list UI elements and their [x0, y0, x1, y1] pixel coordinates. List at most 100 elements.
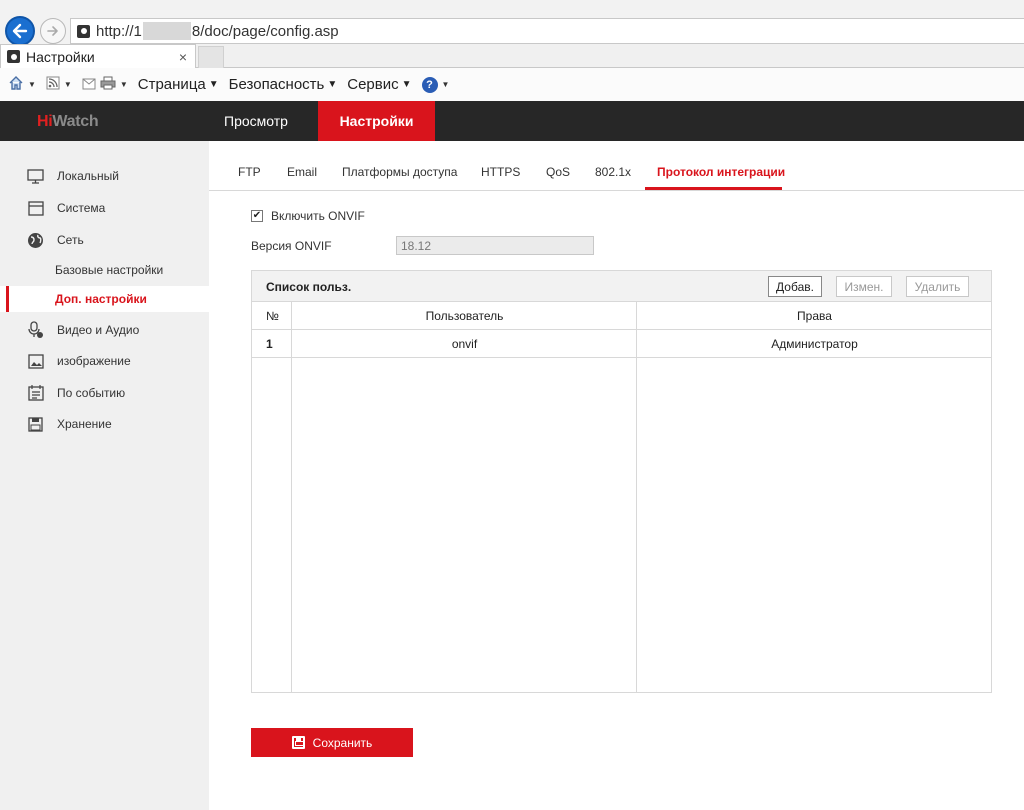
sidebar: Локальный Система Сеть Базовые настройки… [0, 141, 209, 810]
delete-user-button[interactable]: Удалить [906, 276, 969, 297]
tab-qos[interactable]: QoS [546, 165, 570, 179]
sidebar-item-video-audio[interactable]: Видео и Аудио [0, 317, 209, 343]
save-label: Сохранить [312, 735, 373, 750]
url-field[interactable]: http://1 8/doc/page/config.asp [70, 18, 1024, 44]
home-dropdown-icon[interactable]: ▼ [28, 80, 36, 89]
sidebar-item-label: Хранение [57, 417, 112, 431]
menu-page[interactable]: Страница ▼ [138, 76, 219, 93]
feed-icon[interactable] [46, 76, 60, 93]
menu-security[interactable]: Безопасность ▼ [229, 76, 338, 93]
tab-favicon-icon [7, 50, 20, 63]
sidebar-item-label: По событию [57, 386, 126, 400]
arrow-left-icon [12, 23, 28, 39]
onvif-version-field: 18.12 [396, 236, 594, 255]
forward-button[interactable] [40, 18, 66, 44]
sidebar-item-image[interactable]: изображение [0, 348, 209, 374]
nav-live-view[interactable]: Просмотр [208, 101, 304, 141]
config-subtabs: FTP Email Платформы доступа HTTPS QoS 80… [209, 141, 1024, 191]
tab-close-icon[interactable]: × [179, 49, 187, 65]
tab-title: Настройки [26, 48, 95, 65]
save-button[interactable]: Сохранить [251, 728, 413, 757]
enable-onvif-checkbox[interactable]: ✔ [251, 210, 263, 222]
sidebar-item-advanced-settings[interactable]: Доп. настройки [0, 286, 209, 312]
menu-tools[interactable]: Сервис ▼ [347, 76, 411, 93]
chevron-down-icon: ▼ [401, 79, 412, 90]
hiwatch-logo: HiWatch [37, 113, 99, 131]
new-tab-button[interactable] [198, 46, 224, 68]
tab-email[interactable]: Email [287, 165, 317, 179]
tab-8021x[interactable]: 802.1x [595, 165, 631, 179]
browser-address-bar: http://1 8/doc/page/config.asp [0, 0, 1024, 46]
url-redacted [142, 22, 191, 40]
help-icon[interactable]: ? [421, 76, 438, 93]
column-divider [291, 301, 292, 692]
chevron-down-icon: ▼ [208, 79, 219, 90]
table-row[interactable]: 1 onvif Администратор [252, 330, 991, 358]
edit-user-button[interactable]: Измен. [836, 276, 892, 297]
active-tab-indicator [645, 187, 782, 190]
column-header-number: № [266, 308, 279, 323]
arrow-right-icon [47, 26, 58, 36]
sidebar-item-label: Система [57, 201, 106, 215]
menu-security-label: Безопасность [228, 76, 325, 93]
browser-tab[interactable]: Настройки × [0, 44, 196, 68]
print-dropdown-icon[interactable]: ▼ [120, 80, 128, 89]
mail-icon[interactable] [82, 77, 96, 93]
sidebar-item-label: Базовые настройки [55, 263, 164, 277]
row-user: onvif [451, 336, 478, 351]
sidebar-item-basic-settings[interactable]: Базовые настройки [0, 257, 209, 283]
enable-onvif-label: Включить ONVIF [271, 209, 365, 223]
user-list-title: Список польз. [266, 280, 352, 294]
logo-hi: Hi [37, 113, 53, 130]
sidebar-item-label: Сеть [57, 233, 84, 247]
calendar-icon [27, 385, 44, 402]
menu-tools-label: Сервис [347, 76, 399, 93]
sidebar-item-storage[interactable]: Хранение [0, 411, 209, 437]
logo-watch: Watch [52, 113, 99, 130]
microphone-icon [27, 321, 44, 339]
back-button[interactable] [5, 16, 35, 46]
save-icon [291, 736, 305, 749]
menu-page-label: Страница [137, 76, 206, 93]
browser-tab-bar: Настройки × [0, 44, 1024, 68]
site-favicon-icon [77, 24, 90, 38]
monitor-icon [27, 168, 44, 185]
image-icon [27, 353, 44, 370]
help-dropdown-icon[interactable]: ▼ [442, 80, 450, 89]
row-rights: Администратор [771, 336, 858, 351]
disk-icon [27, 416, 44, 433]
sidebar-item-label: изображение [57, 354, 131, 368]
tab-access-platform[interactable]: Платформы доступа [342, 165, 457, 179]
tab-https[interactable]: HTTPS [481, 165, 520, 179]
sidebar-item-label: Доп. настройки [55, 292, 147, 306]
url-prefix: http://1 [96, 22, 142, 40]
row-number: 1 [266, 336, 273, 351]
globe-icon [27, 232, 44, 249]
app-header: HiWatch Просмотр Настройки [0, 101, 1024, 141]
nav-configuration[interactable]: Настройки [318, 101, 435, 141]
sidebar-item-system[interactable]: Система [0, 195, 209, 221]
tab-integration-protocol[interactable]: Протокол интеграции [657, 165, 785, 179]
table-header: № Пользователь Права [252, 301, 991, 330]
add-user-button[interactable]: Добав. [768, 276, 822, 297]
user-list-header: Список польз. Добав. Измен. Удалить [252, 271, 991, 301]
column-header-rights: Права [797, 308, 832, 323]
sidebar-item-label: Локальный [57, 169, 119, 183]
sidebar-item-local[interactable]: Локальный [0, 163, 209, 189]
sidebar-item-event[interactable]: По событию [0, 380, 209, 406]
chevron-down-icon: ▼ [327, 79, 338, 90]
home-icon[interactable] [8, 75, 24, 94]
column-header-user: Пользователь [425, 308, 504, 323]
window-icon [27, 200, 44, 217]
onvif-version-label: Версия ONVIF [251, 239, 332, 253]
sidebar-item-label: Видео и Аудио [57, 323, 140, 337]
column-divider [636, 301, 637, 692]
tab-ftp[interactable]: FTP [238, 165, 261, 179]
sidebar-item-network[interactable]: Сеть [0, 227, 209, 253]
print-icon[interactable] [100, 76, 116, 93]
feed-dropdown-icon[interactable]: ▼ [64, 80, 72, 89]
url-suffix: 8/doc/page/config.asp [191, 22, 339, 40]
enable-onvif-row: ✔ Включить ONVIF [251, 209, 365, 223]
user-list-panel: Список польз. Добав. Измен. Удалить № По… [251, 270, 992, 693]
browser-command-bar: ▼ ▼ ▼ Страница ▼ Безопасность ▼ Сервис ▼ ? … [0, 68, 1024, 101]
